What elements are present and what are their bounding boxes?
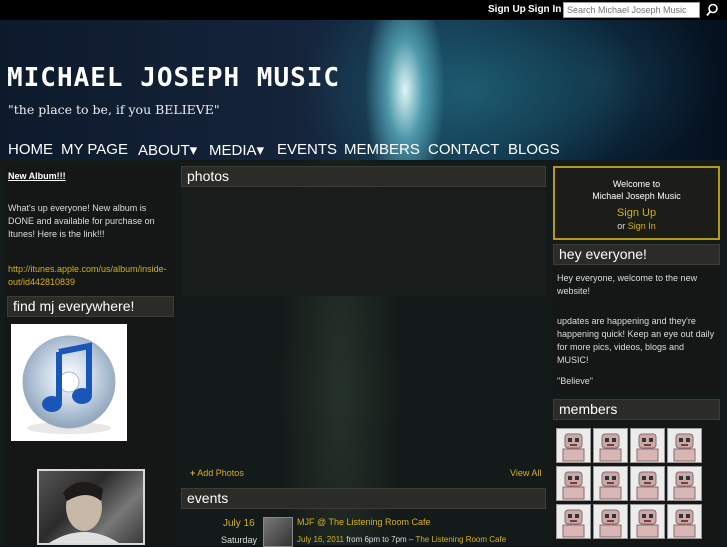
search-input[interactable] <box>563 2 700 18</box>
photos-header: photos <box>181 166 546 187</box>
event-thumbnail[interactable] <box>263 517 293 547</box>
welcome-signin-row: or Sign In <box>555 220 718 232</box>
site-tagline: "the place to be, if you BELIEVE" <box>8 102 220 117</box>
member-avatar[interactable] <box>630 466 665 501</box>
site-header: MICHAEL JOSEPH MUSIC "the place to be, i… <box>0 20 727 160</box>
top-bar: Sign Up Sign In <box>0 0 727 20</box>
event-day: Saturday <box>221 535 258 545</box>
member-avatar[interactable] <box>630 428 665 463</box>
topbar-signin-link[interactable]: Sign In <box>528 4 561 15</box>
nav-about[interactable]: ABOUT▾ <box>138 141 197 159</box>
post-body: What's up everyone! New album is DONE an… <box>8 203 155 239</box>
hey-paragraph-3: "Believe" <box>557 376 593 386</box>
event-date-link[interactable]: July 16, 2011 <box>297 535 344 544</box>
welcome-line-2: Michael Joseph Music <box>592 191 681 201</box>
topbar-signup-link[interactable]: Sign Up <box>488 4 526 15</box>
add-photos-link[interactable]: + Add Photos <box>190 467 244 480</box>
welcome-or: or <box>617 221 626 231</box>
nav-events[interactable]: EVENTS <box>277 141 337 158</box>
hey-everyone-header: hey everyone! <box>553 244 720 265</box>
member-avatar[interactable] <box>667 428 702 463</box>
add-photos-label: Add Photos <box>197 468 244 478</box>
site-title[interactable]: MICHAEL JOSEPH MUSIC <box>7 63 340 93</box>
post-link-line-1[interactable]: http://itunes.apple.com/us/album/inside- <box>8 263 167 276</box>
member-avatar[interactable] <box>593 504 628 539</box>
event-time: from 6pm to 7pm – <box>346 535 414 544</box>
hey-paragraph-2: updates are happening and they're happen… <box>557 316 715 365</box>
view-all-photos-link[interactable]: View All <box>510 467 541 480</box>
members-header: members <box>553 399 720 420</box>
member-avatar[interactable] <box>593 428 628 463</box>
welcome-line-1: Welcome to <box>612 179 661 189</box>
search-icon[interactable] <box>704 2 722 18</box>
nav-blogs[interactable]: BLOGS <box>508 141 560 158</box>
member-avatar[interactable] <box>556 428 591 463</box>
nav-media[interactable]: MEDIA▾ <box>209 141 264 159</box>
post-link-line-2[interactable]: out/id442810839 <box>8 276 75 289</box>
nav-home[interactable]: HOME <box>8 141 53 158</box>
events-header: events <box>181 488 546 509</box>
itunes-logo[interactable] <box>11 324 127 441</box>
artist-photo[interactable] <box>37 469 145 545</box>
member-avatar[interactable] <box>667 504 702 539</box>
find-mj-header: find mj everywhere! <box>7 296 174 317</box>
nav-my-page[interactable]: MY PAGE <box>61 141 128 158</box>
nav-contact[interactable]: CONTACT <box>428 141 499 158</box>
photos-slideshow[interactable] <box>182 188 545 296</box>
event-details: July 16, 2011 from 6pm to 7pm – The List… <box>297 533 506 546</box>
plus-icon: + <box>190 468 196 478</box>
member-avatar[interactable] <box>556 466 591 501</box>
event-date: July 16 <box>223 518 255 529</box>
member-avatar[interactable] <box>593 466 628 501</box>
event-venue-link[interactable]: The Listening Room Cafe <box>415 535 506 544</box>
event-title-link[interactable]: MJF @ The Listening Room Cafe <box>297 516 431 529</box>
member-avatar[interactable] <box>630 504 665 539</box>
welcome-signin-link[interactable]: Sign In <box>628 221 656 231</box>
member-avatar[interactable] <box>556 504 591 539</box>
welcome-box: Welcome to Michael Joseph Music Sign Up … <box>553 166 720 240</box>
post-title[interactable]: New Album!!! <box>8 170 66 183</box>
hey-paragraph-1: Hey everyone, welcome to the new website… <box>557 273 698 296</box>
welcome-signup-link[interactable]: Sign Up <box>555 207 718 220</box>
nav-members[interactable]: MEMBERS <box>344 141 420 158</box>
member-avatar[interactable] <box>667 466 702 501</box>
